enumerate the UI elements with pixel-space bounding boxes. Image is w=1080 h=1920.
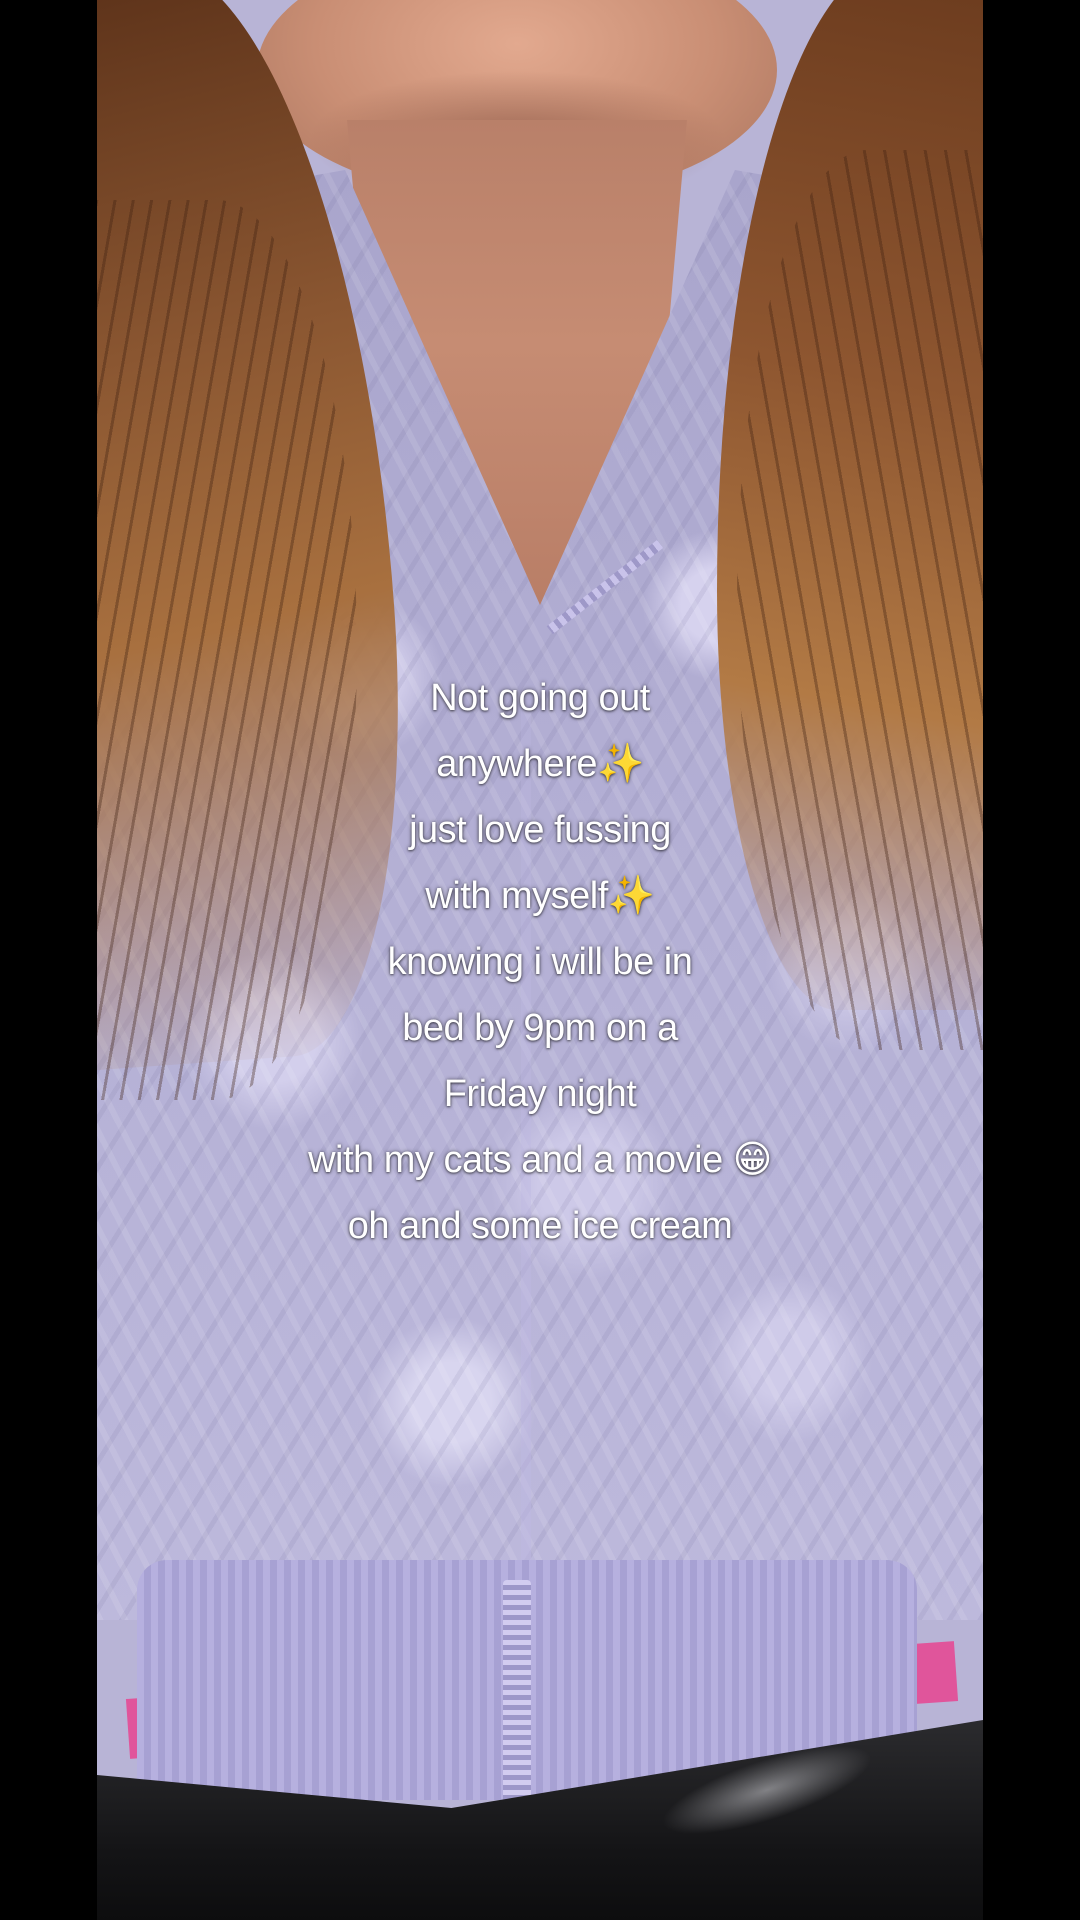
caption-line: Not going out [430, 677, 650, 719]
caption-line: knowing i will be in [387, 941, 693, 983]
caption-line: with myself✨ [425, 875, 655, 917]
caption-line: with my cats and a movie 😁 [308, 1139, 772, 1181]
caption-overlay: Not going out anywhere✨ just love fussin… [97, 665, 983, 1259]
caption-line: just love fussing [409, 809, 671, 851]
video-frame: Not going out anywhere✨ just love fussin… [0, 0, 1080, 1920]
caption-line: anywhere✨ [436, 743, 644, 785]
caption-line: Friday night [443, 1073, 637, 1115]
caption-line: oh and some ice cream [347, 1205, 733, 1247]
waistband-zipper [503, 1580, 531, 1810]
caption-line: bed by 9pm on a [402, 1007, 678, 1049]
